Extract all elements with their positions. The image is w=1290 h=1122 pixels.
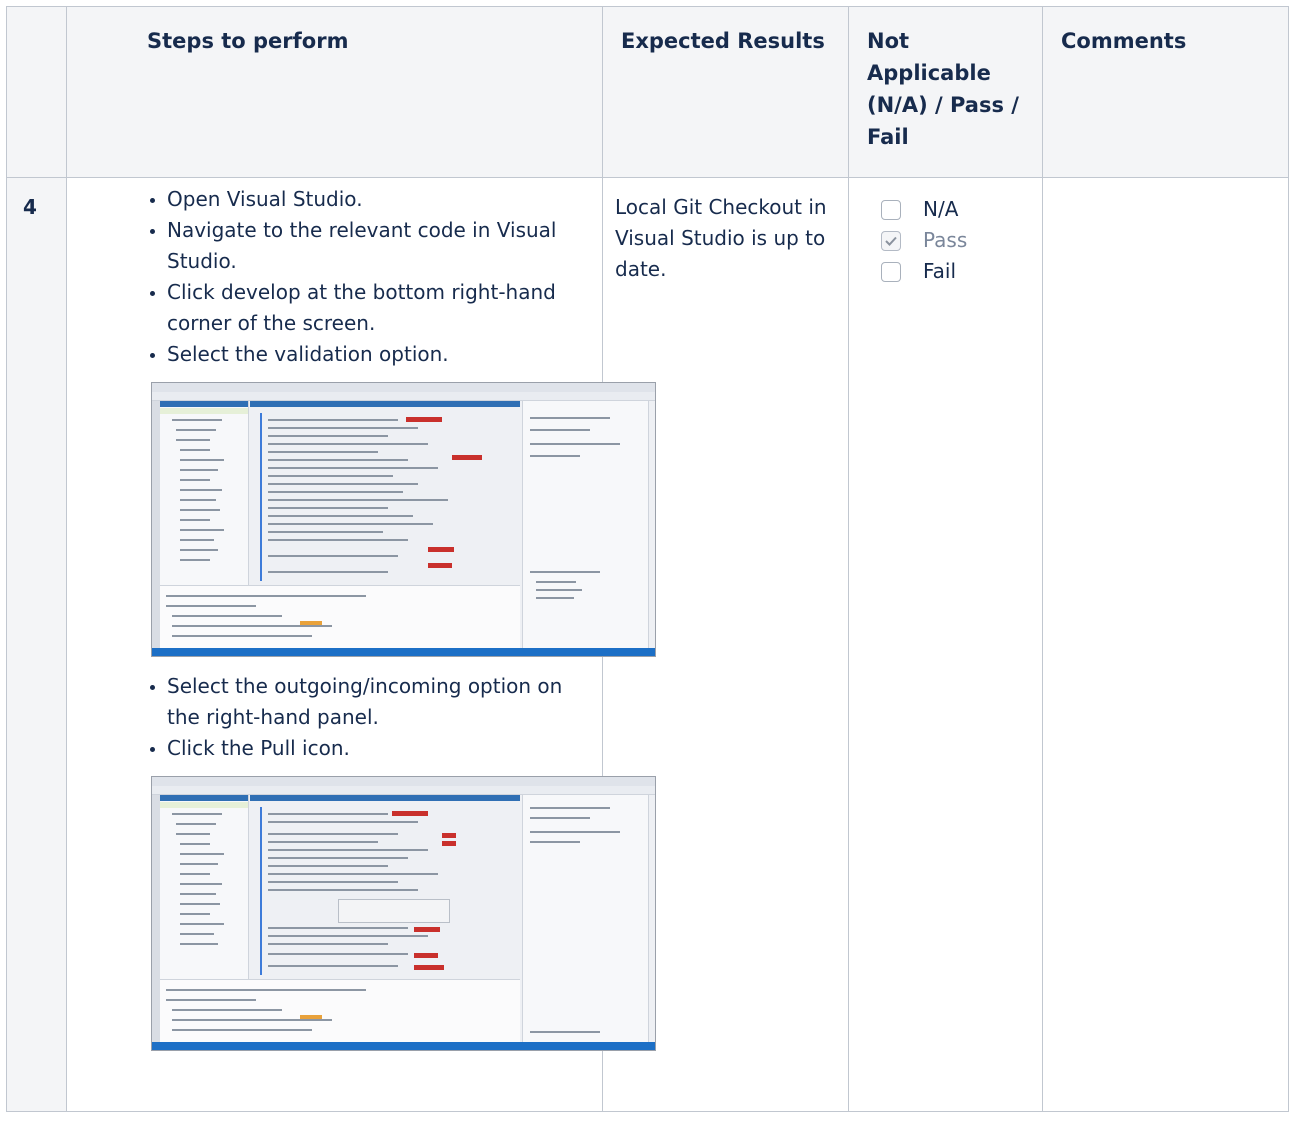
header-number — [6, 6, 67, 178]
step-item: Navigate to the relevant code in Visual … — [167, 215, 588, 277]
header-steps: Steps to perform — [66, 6, 603, 178]
comments-cell[interactable] — [1042, 177, 1289, 1112]
steps-cell: Open Visual Studio. Navigate to the rele… — [66, 177, 656, 1112]
checkbox-pass[interactable] — [881, 230, 901, 251]
checkbox-na[interactable] — [881, 199, 901, 220]
table-header-row: Steps to perform Expected Results Not Ap… — [6, 6, 1289, 178]
option-pass[interactable]: Pass — [881, 225, 1042, 256]
header-status: Not Applicable (N/A) / Pass / Fail — [848, 6, 1043, 178]
option-label: Fail — [923, 259, 957, 283]
header-expected: Expected Results — [602, 6, 849, 178]
header-comments: Comments — [1042, 6, 1289, 178]
check-icon — [885, 236, 897, 246]
steps-list-2: Select the outgoing/incoming option on t… — [75, 671, 588, 764]
row-number: 4 — [6, 177, 67, 1112]
test-steps-table: Steps to perform Expected Results Not Ap… — [6, 6, 1289, 1112]
checkbox-fail[interactable] — [881, 261, 901, 282]
step-item: Open Visual Studio. — [167, 184, 588, 215]
expected-result: Local Git Checkout in Visual Studio is u… — [615, 195, 827, 281]
status-cell: N/A Pass Fail — [848, 177, 1043, 1112]
screenshot-visual-studio-sync — [151, 382, 656, 657]
step-item: Click develop at the bottom right-hand c… — [167, 277, 588, 339]
steps-list-1: Open Visual Studio. Navigate to the rele… — [75, 184, 588, 370]
option-na[interactable]: N/A — [881, 194, 1042, 225]
step-item: Select the outgoing/incoming option on t… — [167, 671, 588, 733]
option-label: Pass — [923, 228, 968, 252]
table-row: 4 Open Visual Studio. Navigate to the re… — [6, 177, 1289, 1112]
step-item: Click the Pull icon. — [167, 733, 588, 764]
screenshot-visual-studio-pull — [151, 776, 656, 1051]
option-label: N/A — [923, 197, 959, 221]
option-fail[interactable]: Fail — [881, 256, 1042, 287]
step-item: Select the validation option. — [167, 339, 588, 370]
